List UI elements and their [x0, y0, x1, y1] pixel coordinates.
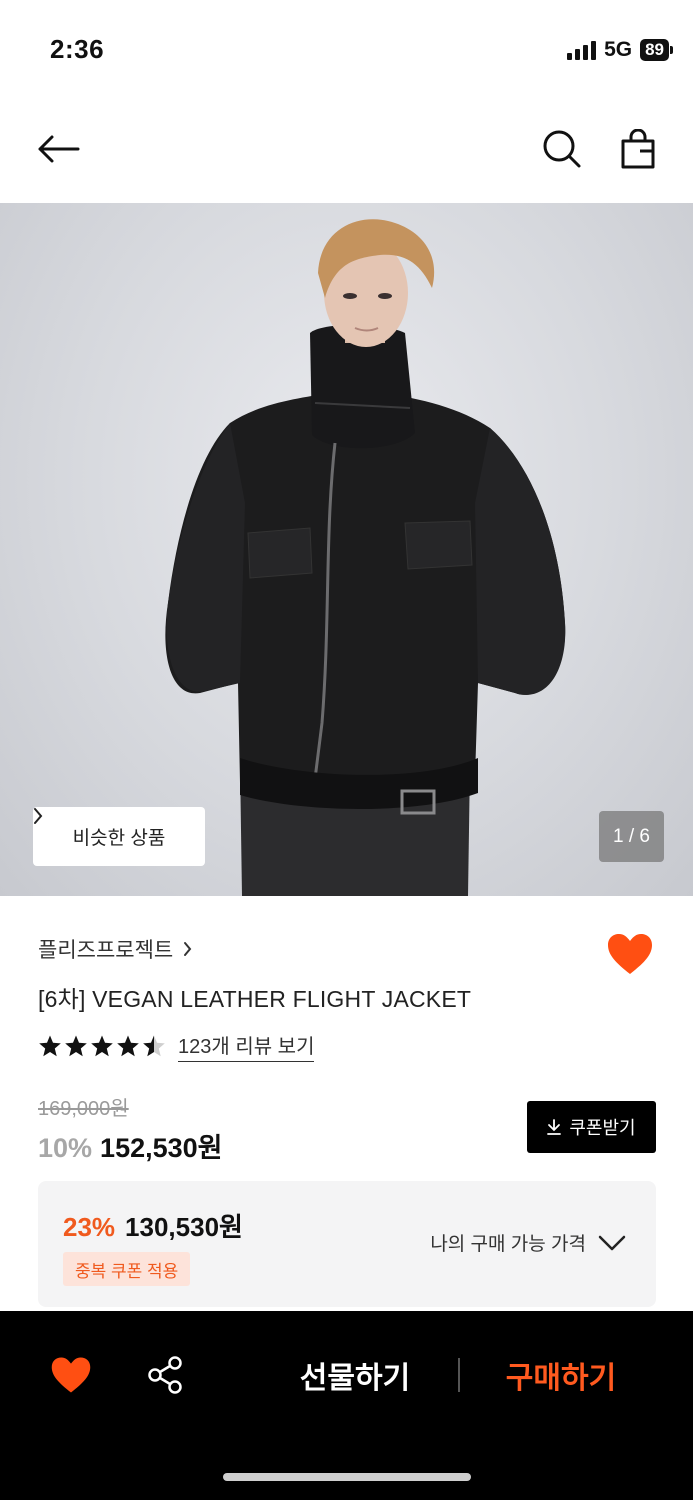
- coupon-download-button[interactable]: 쿠폰받기: [527, 1101, 656, 1153]
- product-photo: [165, 219, 566, 896]
- status-bar: 2:36 5G 89: [0, 0, 693, 100]
- rating-row: 123개 리뷰 보기: [38, 1030, 315, 1062]
- heart-icon: [608, 934, 652, 974]
- shopping-bag-icon: [621, 129, 655, 169]
- download-icon: [547, 1119, 562, 1135]
- image-page-indicator: 1 / 6: [599, 811, 664, 862]
- original-price: 169,000원: [38, 1098, 129, 1120]
- battery-indicator: 89: [640, 39, 673, 61]
- brand-name: 플리즈프로젝트: [38, 939, 174, 962]
- star-icon: [117, 1035, 139, 1057]
- bottom-wishlist-button[interactable]: [50, 1355, 92, 1395]
- star-half-icon: [143, 1035, 165, 1057]
- price-row: 10% 152,530원: [38, 1126, 223, 1165]
- top-nav: [0, 100, 693, 203]
- sale-price: 152,530원: [100, 1133, 223, 1163]
- wishlist-button[interactable]: [606, 932, 654, 976]
- signal-icon: [567, 40, 597, 60]
- my-price-toggle[interactable]: 나의 구매 가능 가격: [430, 1229, 626, 1256]
- coupon-download-label: 쿠폰받기: [569, 1118, 636, 1138]
- heart-icon: [51, 1357, 91, 1393]
- search-icon: [543, 130, 581, 168]
- share-icon: [148, 1356, 182, 1394]
- best-price-panel[interactable]: 23% 130,530원 중복 쿠폰 적용 나의 구매 가능 가격: [38, 1181, 656, 1307]
- home-indicator[interactable]: [223, 1473, 471, 1481]
- my-price-label: 나의 구매 가능 가격: [430, 1234, 586, 1255]
- best-price: 130,530원: [125, 1212, 243, 1242]
- chevron-right-icon: [34, 808, 43, 824]
- chevron-right-icon: [184, 942, 192, 956]
- back-button[interactable]: [30, 124, 86, 174]
- brand-link[interactable]: 플리즈프로젝트: [38, 934, 192, 964]
- network-type: 5G: [604, 38, 633, 61]
- best-discount-rate: 23%: [63, 1212, 116, 1242]
- product-image[interactable]: 비슷한 상품 1 / 6: [0, 203, 693, 896]
- star-icon: [39, 1035, 61, 1057]
- similar-products-button[interactable]: 비슷한 상품: [33, 807, 205, 866]
- coupon-stack-badge: 중복 쿠폰 적용: [63, 1252, 191, 1286]
- star-icon: [65, 1035, 87, 1057]
- product-title: [6차] VEGAN LEATHER FLIGHT JACKET: [38, 986, 472, 1012]
- share-button[interactable]: [146, 1355, 186, 1395]
- similar-products-label: 비슷한 상품: [72, 828, 166, 849]
- buy-button[interactable]: 구매하기: [486, 1347, 636, 1403]
- arrow-left-icon: [38, 135, 80, 163]
- best-price-row: 23% 130,530원: [63, 1207, 243, 1244]
- chevron-down-icon: [598, 1235, 626, 1250]
- gift-button[interactable]: 선물하기: [280, 1347, 430, 1403]
- status-indicators: 5G 89: [567, 38, 673, 62]
- star-icon: [91, 1035, 113, 1057]
- status-time: 2:36: [50, 34, 105, 64]
- search-button[interactable]: [536, 122, 588, 176]
- bottom-action-bar: 선물하기 구매하기: [0, 1311, 693, 1500]
- discount-rate: 10%: [38, 1133, 93, 1163]
- cart-button[interactable]: [612, 122, 664, 176]
- divider: [458, 1358, 460, 1392]
- star-rating: [38, 1034, 166, 1058]
- reviews-link[interactable]: 123개 리뷰 보기: [178, 1030, 315, 1062]
